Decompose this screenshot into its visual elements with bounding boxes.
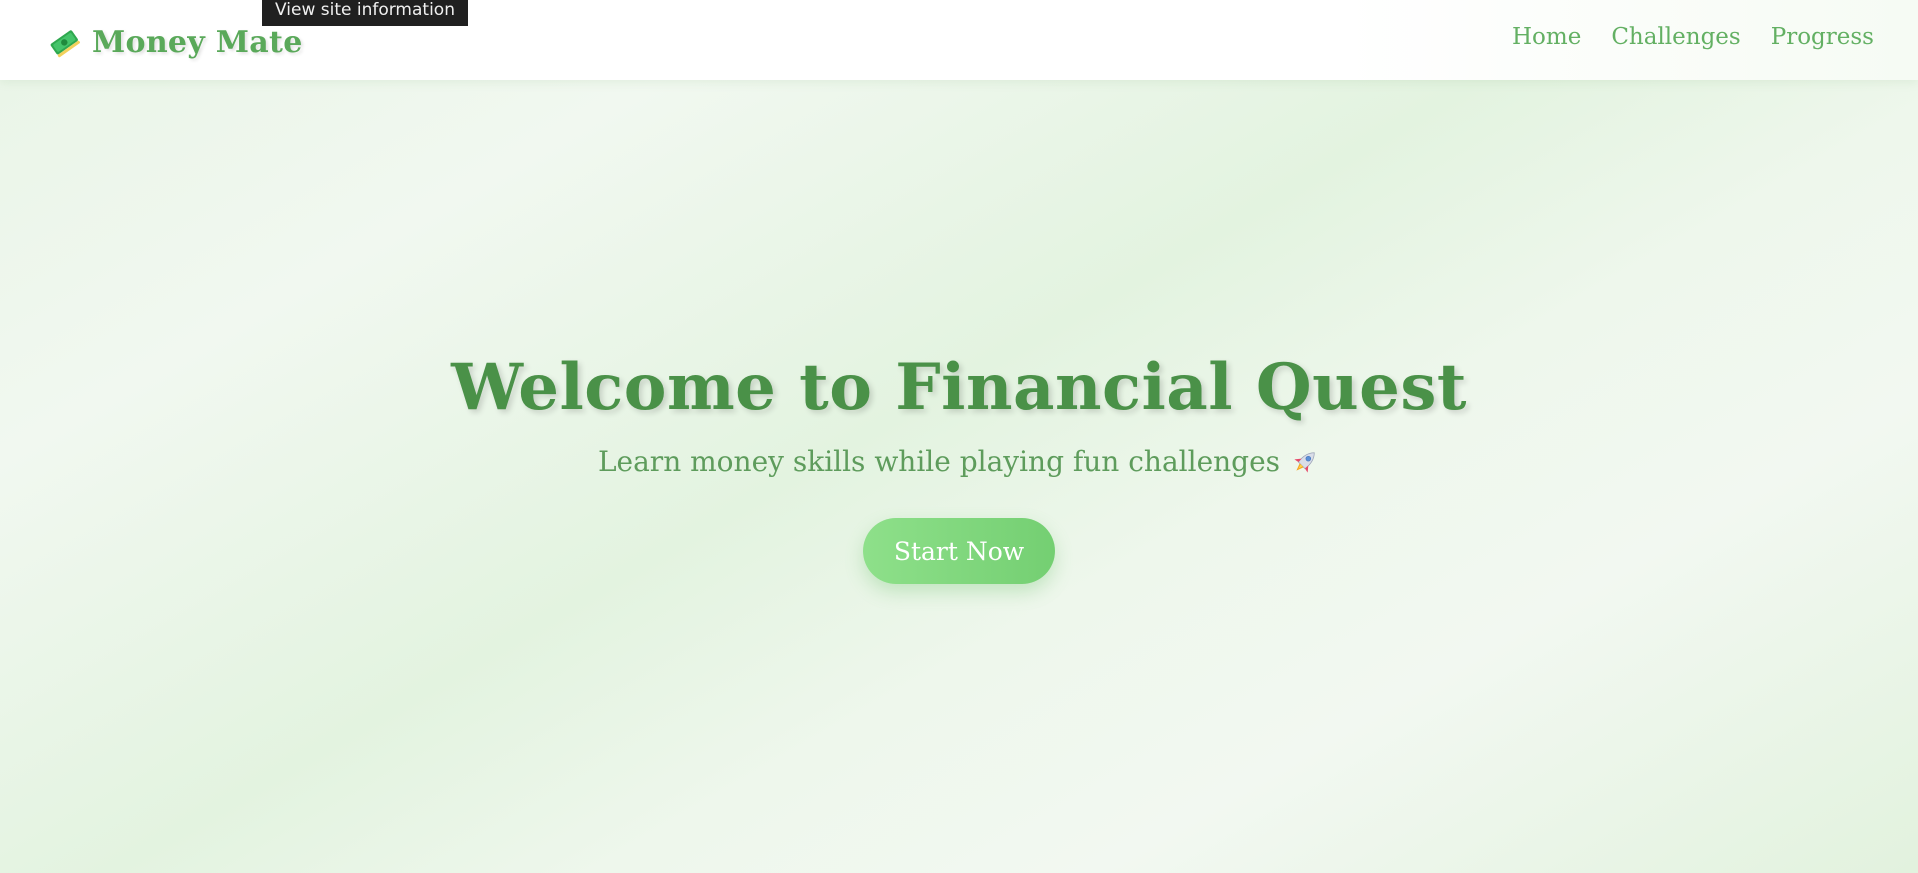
nav-challenges[interactable]: Challenges — [1611, 24, 1740, 50]
site-info-tooltip: View site information — [262, 0, 468, 26]
money-bill-icon — [50, 30, 80, 58]
hero-title: Welcome to Financial Quest — [451, 350, 1467, 425]
hero-content: Welcome to Financial Quest Learn money s… — [0, 350, 1918, 584]
main-nav: Home Challenges Progress — [1512, 24, 1874, 50]
nav-progress[interactable]: Progress — [1771, 24, 1874, 50]
cta-wrapper: Start Now — [0, 518, 1918, 584]
page: View site information Money Mate Home Ch… — [0, 0, 1918, 873]
rocket-icon — [1294, 452, 1315, 473]
nav-home[interactable]: Home — [1512, 24, 1581, 50]
start-now-button[interactable]: Start Now — [863, 518, 1055, 584]
brand-name: Money Mate — [92, 24, 303, 60]
hero-subtitle-line: Learn money skills while playing fun cha… — [598, 444, 1320, 480]
brand-logo[interactable]: Money Mate — [48, 22, 303, 62]
hero-section: Welcome to Financial Quest Learn money s… — [0, 80, 1918, 873]
hero-subtitle: Learn money skills while playing fun cha… — [597, 445, 1281, 478]
